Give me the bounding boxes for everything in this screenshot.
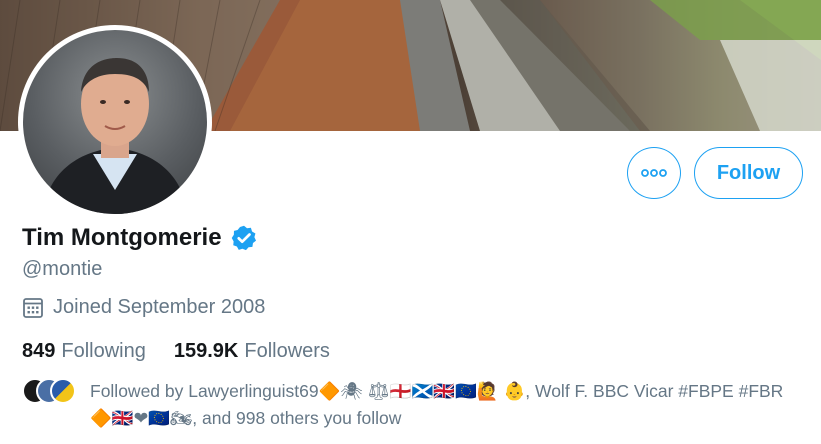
more-icon — [641, 169, 667, 177]
following-count: 849 — [22, 340, 56, 362]
profile-avatar[interactable] — [18, 25, 212, 219]
joined-text: Joined September 2008 — [53, 296, 266, 318]
followed-by-text: Followed by Lawyerlinguist69🔶🕷 ⚖🏴󠁧󠁢󠁥󠁮󠁧󠁿🏴… — [90, 378, 810, 432]
verified-badge-icon — [231, 225, 256, 251]
followed-by-line-2: 🔶🇬🇧❤🇪🇺🏍, and 998 others you follow — [90, 408, 402, 428]
calendar-icon — [23, 297, 43, 318]
display-name: Tim Montgomerie — [22, 224, 222, 251]
followers-label: Followers — [244, 340, 330, 362]
follower-avatar-stack — [22, 378, 78, 404]
follower-avatar — [50, 378, 76, 404]
followers-count: 159.9K — [173, 340, 239, 362]
followers-stat[interactable]: 159.9K Followers — [174, 340, 330, 363]
following-stat[interactable]: 849 Following — [22, 340, 146, 363]
joined-date: Joined September 2008 — [22, 296, 265, 319]
follow-button[interactable]: Follow — [694, 147, 803, 199]
followed-by-line-1: Followed by Lawyerlinguist69🔶🕷 ⚖🏴󠁧󠁢󠁥󠁮󠁧󠁿🏴… — [90, 381, 784, 401]
profile-name-row: Tim Montgomerie — [22, 224, 258, 252]
more-options-button[interactable] — [627, 147, 681, 199]
following-label: Following — [61, 340, 146, 362]
profile-stats: 849 Following 159.9K Followers — [22, 340, 330, 363]
profile-handle: @montie — [22, 258, 103, 280]
avatar-photo — [23, 30, 207, 214]
